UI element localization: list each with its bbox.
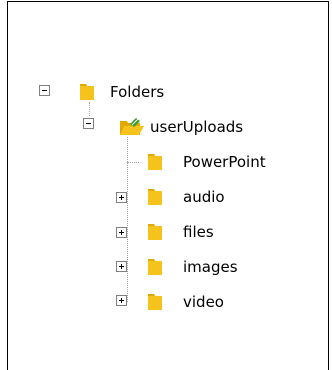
tree-node-label-powerpoint[interactable]: PowerPoint	[183, 152, 266, 172]
folder-icon	[148, 294, 162, 310]
tree-node-label-images[interactable]: images	[183, 257, 238, 277]
expand-toggle-files[interactable]	[116, 227, 127, 238]
folder-icon	[148, 259, 162, 275]
folder-icon	[80, 84, 94, 100]
folder-icon	[148, 154, 162, 170]
tree-node-label-useruploads[interactable]: userUploads	[150, 117, 243, 137]
folder-icon	[148, 224, 162, 240]
expand-toggle-audio[interactable]	[116, 192, 127, 203]
tree-connector	[89, 102, 90, 116]
folder-tree-panel: Folders userUploads PowerPoint audio fil…	[7, 1, 329, 370]
tree-connector	[127, 162, 139, 163]
tree-node-label-files[interactable]: files	[183, 222, 214, 242]
tree-node-label-folders[interactable]: Folders	[110, 82, 164, 102]
expand-toggle-video[interactable]	[116, 295, 127, 306]
collapse-toggle-folders[interactable]	[39, 85, 50, 96]
tree-node-label-audio[interactable]: audio	[183, 187, 225, 207]
tree-node-label-video[interactable]: video	[183, 292, 224, 312]
collapse-toggle-useruploads[interactable]	[83, 118, 94, 129]
folder-open-icon	[120, 118, 144, 135]
folder-icon	[148, 189, 162, 205]
expand-toggle-images[interactable]	[116, 261, 127, 272]
